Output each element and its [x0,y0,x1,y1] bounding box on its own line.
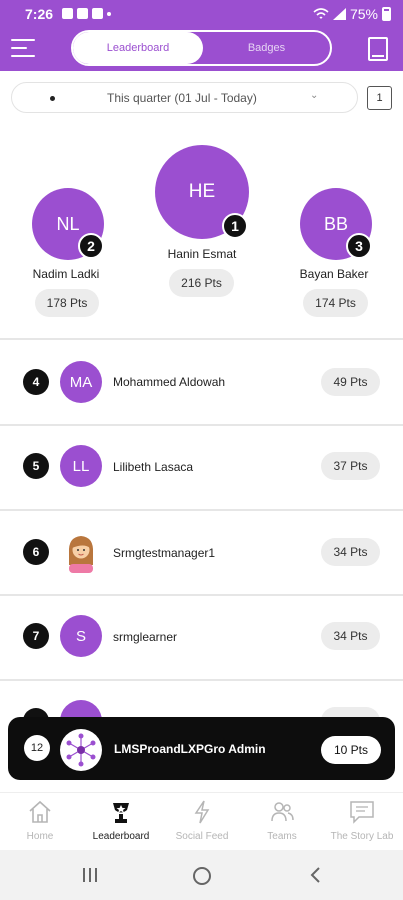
podium-points-first: 216 Pts [169,269,234,297]
nav-social-feed[interactable]: Social Feed [162,799,242,842]
current-user-points: 10 Pts [321,736,381,764]
nav-leaderboard-label: Leaderboard [92,831,150,842]
points-badge: 34 Pts [321,622,380,650]
avatar: MA [60,361,102,403]
user-name: srmglearner [113,630,178,644]
user-name: Srmgtestmanager1 [113,546,216,560]
system-navigation-bar [0,850,403,900]
chevron-down-icon: ⌄ [310,90,319,101]
current-user-bar[interactable]: 12 LMSProandLXPGro Admin 10 Pts [8,717,395,780]
nav-teams[interactable]: Teams [242,799,322,842]
image-notification-icon [62,8,73,19]
battery-percent: 75% [349,6,378,22]
nav-story-lab-label: The Story Lab [330,831,394,842]
rank-badge: 7 [23,623,49,649]
home-circle-icon[interactable] [192,866,212,886]
chat-icon [350,801,374,824]
table-row[interactable]: 5 LL Lilibeth Lasaca 37 Pts [0,426,403,509]
leaderboard-badges-toggle: Leaderboard Badges [71,30,332,66]
bullet-icon [50,96,55,101]
points-badge: 37 Pts [321,452,380,480]
nav-teams-label: Teams [267,831,297,842]
podium-name-first: Hanin Esmat [167,247,237,261]
status-right: 75% [313,6,391,22]
nav-social-feed-label: Social Feed [175,831,229,842]
rank-badge: 6 [23,539,49,565]
podium-rank-third: 3 [346,233,372,259]
bottom-navigation: Home Leaderboard Social Feed Teams The S… [0,792,403,850]
podium-points-second: 178 Pts [35,289,99,317]
recent-apps-icon[interactable] [82,866,98,884]
avatar: LL [60,445,102,487]
app-notification-icon [92,8,103,19]
lightning-icon [194,800,210,824]
nav-home-label: Home [26,831,54,842]
notification-icons [62,8,111,19]
table-row[interactable]: 7 S srmglearner 34 Pts [0,596,403,679]
table-row[interactable]: 4 MA Mohammed Aldowah 49 Pts [0,340,403,423]
nav-story-lab[interactable]: The Story Lab [322,799,402,842]
wifi-icon [313,8,329,19]
page-indicator[interactable]: 1 [367,86,392,110]
home-icon [29,800,51,823]
user-name: Lilibeth Lasaca [113,460,194,474]
people-icon [271,802,294,822]
table-row[interactable]: 6 Srmgtestmanager1 34 Pts [0,511,403,594]
book-icon[interactable] [368,37,388,61]
menu-icon[interactable] [11,36,35,60]
bag-notification-icon [77,8,88,19]
points-badge: 49 Pts [321,368,380,396]
podium-name-second: Nadim Ladki [32,267,100,281]
network-avatar-icon [60,729,102,771]
nav-home[interactable]: Home [0,799,80,842]
trophy-icon [113,803,129,823]
period-label: This quarter (01 Jul - Today) [107,91,257,105]
avatar: S [60,615,102,657]
podium-name-third: Bayan Baker [299,267,369,281]
period-dropdown[interactable]: This quarter (01 Jul - Today) ⌄ [11,82,358,113]
status-bar: 7:26 75% [0,0,403,28]
rank-badge: 4 [23,369,49,395]
podium-rank-second: 2 [78,233,104,259]
app-header: 7:26 75% Leaderboard Badges [0,0,403,71]
tab-badges[interactable]: Badges [203,32,330,64]
points-badge: 34 Pts [321,538,380,566]
person-avatar-icon [60,531,102,573]
current-user-name: LMSProandLXPGro Admin [114,742,266,756]
rank-badge: 5 [23,453,49,479]
signal-icon [332,8,346,20]
back-icon[interactable] [309,866,321,884]
podium-points-third: 174 Pts [303,289,368,317]
battery-icon [382,7,391,21]
current-user-rank: 12 [24,735,50,761]
user-name: Mohammed Aldowah [113,375,226,389]
nav-leaderboard[interactable]: Leaderboard [81,799,161,842]
tab-leaderboard[interactable]: Leaderboard [73,32,203,64]
more-notifications-icon [107,12,111,16]
podium-rank-first: 1 [222,213,248,239]
status-time: 7:26 [25,6,54,22]
